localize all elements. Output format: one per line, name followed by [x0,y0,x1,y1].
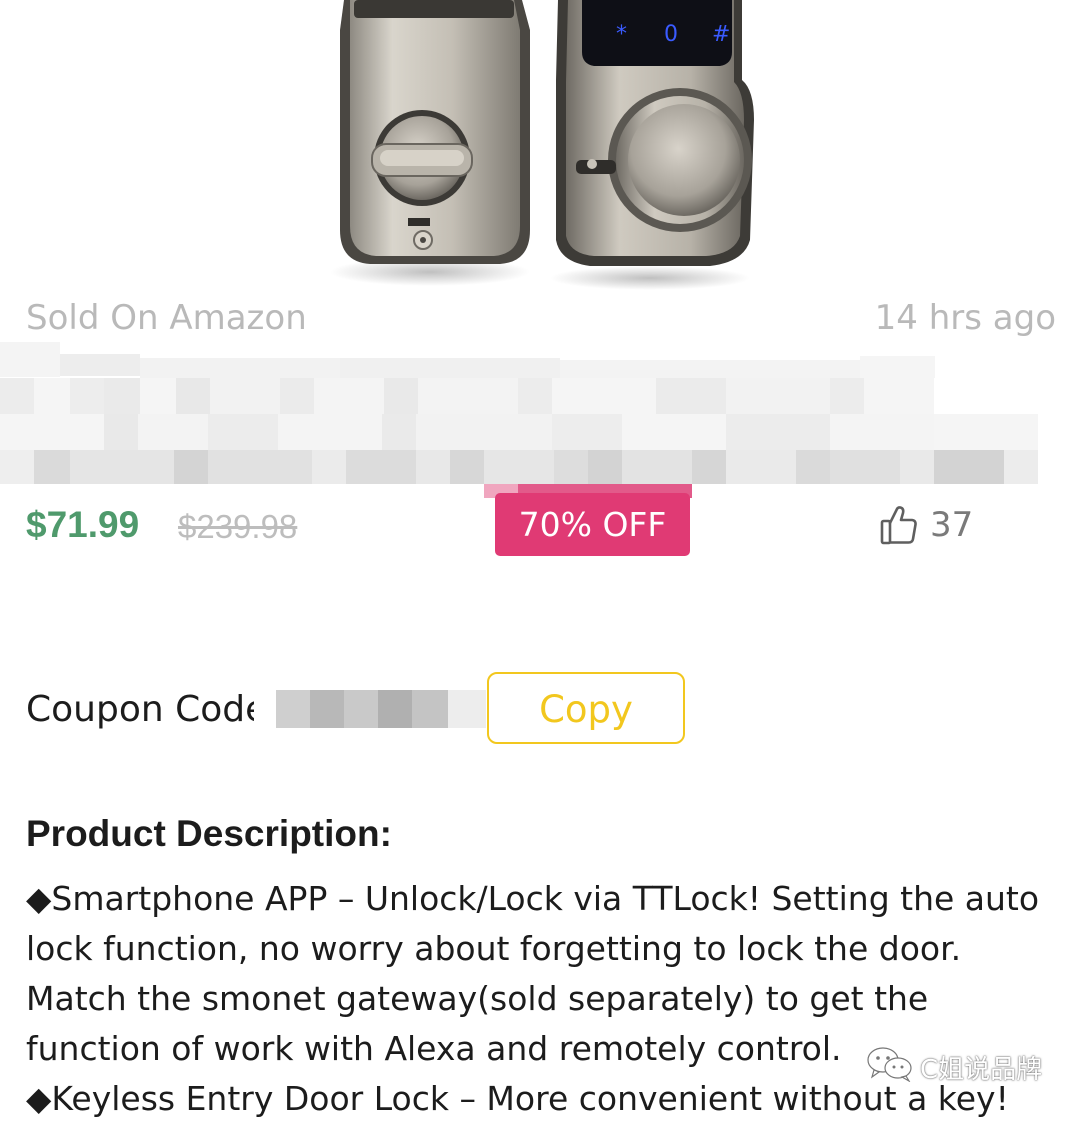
description-item: ◆Smartphone APP – Unlock/Lock via TTLock… [26,874,1066,1074]
coupon-label: Coupon Code [26,689,268,730]
wechat-icon [866,1046,914,1089]
redacted-coupon-code [254,690,486,728]
bullet-diamond: ◆ [26,1079,52,1118]
deal-timestamp: 14 hrs ago [874,298,1056,338]
copy-coupon-button[interactable]: Copy [487,672,685,744]
like-button[interactable]: 37 [880,503,973,547]
like-count: 37 [930,505,974,545]
keypad-key: 0 [664,22,678,47]
redacted-product-title [0,342,1080,492]
deal-meta-row: Sold On Amazon 14 hrs ago [26,298,1056,338]
watermark: C姐说品牌 [866,1046,1042,1089]
keypad-key: # [712,22,731,47]
deal-price: $71.99 [26,504,140,545]
product-image: * 0 # [330,0,760,292]
bullet-diamond: ◆ [26,879,52,918]
deal-source: Sold On Amazon [26,298,307,338]
description-heading: Product Description: [26,813,392,854]
thumbs-up-icon [880,505,918,545]
discount-badge: 70% OFF [495,493,690,556]
keypad-key: * [616,22,627,47]
description-item-text: Smartphone APP – Unlock/Lock via TTLock!… [26,879,1040,1068]
original-price: $239.98 [178,508,298,545]
watermark-text: C姐说品牌 [920,1055,1043,1085]
